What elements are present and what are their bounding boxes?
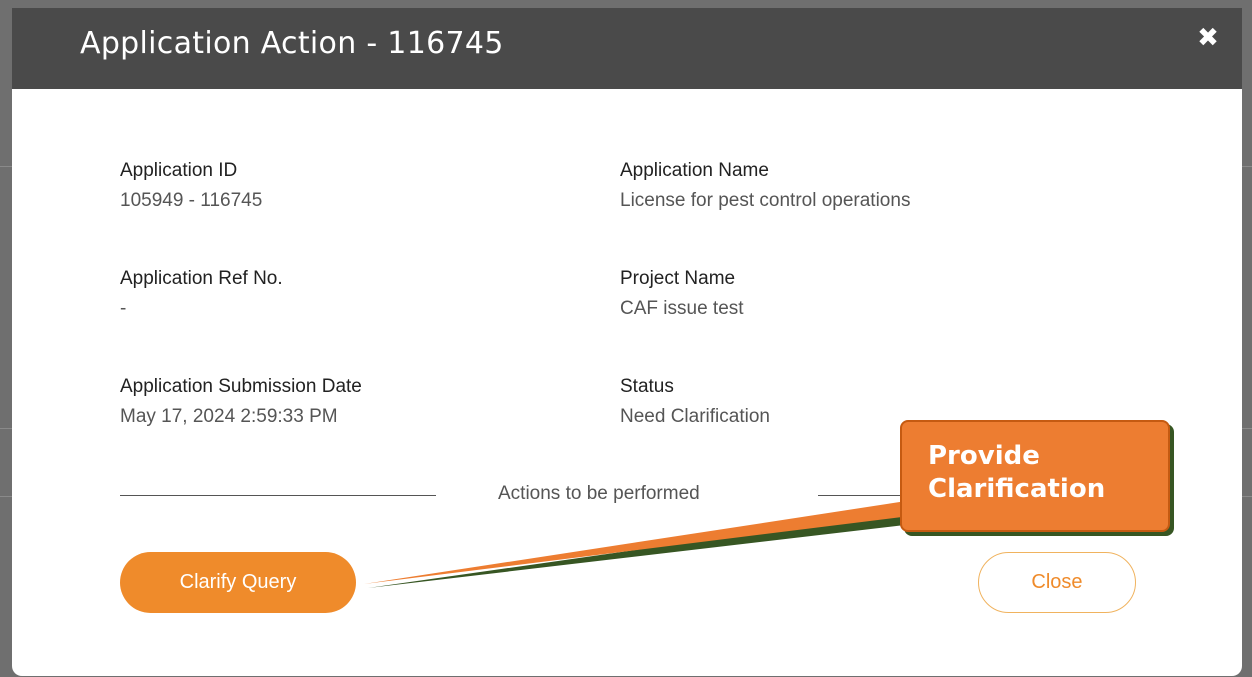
actions-divider-label: Actions to be performed	[498, 483, 700, 504]
project-name-label: Project Name	[620, 268, 736, 289]
application-action-modal: Application Action - 116745 ✖ Applicatio…	[12, 8, 1242, 676]
submission-date-field: Application Submission Date May 17, 2024…	[120, 376, 362, 428]
application-name-field: Application Name License for pest contro…	[620, 160, 910, 212]
close-icon[interactable]: ✖	[1192, 22, 1224, 54]
status-label: Status	[620, 376, 674, 397]
application-ref-field: Application Ref No. -	[120, 268, 283, 320]
application-name-label: Application Name	[620, 160, 769, 181]
modal-title: Application Action - 116745	[80, 26, 504, 61]
application-name-value: License for pest control operations	[620, 190, 911, 211]
provide-clarification-callout: Provide Clarification	[900, 420, 1170, 532]
callout-line-1: Provide	[928, 441, 1040, 471]
clarify-query-button[interactable]: Clarify Query	[120, 552, 356, 613]
application-id-value: 105949 - 116745	[120, 190, 263, 211]
callout-line-2: Clarification	[928, 474, 1106, 504]
application-ref-value: -	[120, 298, 127, 319]
submission-date-label: Application Submission Date	[120, 376, 362, 397]
status-field: Status Need Clarification	[620, 376, 770, 428]
close-button[interactable]: Close	[978, 552, 1136, 613]
application-id-label: Application ID	[120, 160, 238, 181]
application-id-field: Application ID 105949 - 116745	[120, 160, 262, 212]
project-name-value: CAF issue test	[620, 298, 744, 319]
status-value: Need Clarification	[620, 406, 770, 427]
actions-divider-left	[120, 495, 436, 496]
submission-date-value: May 17, 2024 2:59:33 PM	[120, 406, 338, 427]
project-name-field: Project Name CAF issue test	[620, 268, 744, 320]
modal-header: Application Action - 116745 ✖	[12, 8, 1242, 89]
application-ref-label: Application Ref No.	[120, 268, 283, 289]
